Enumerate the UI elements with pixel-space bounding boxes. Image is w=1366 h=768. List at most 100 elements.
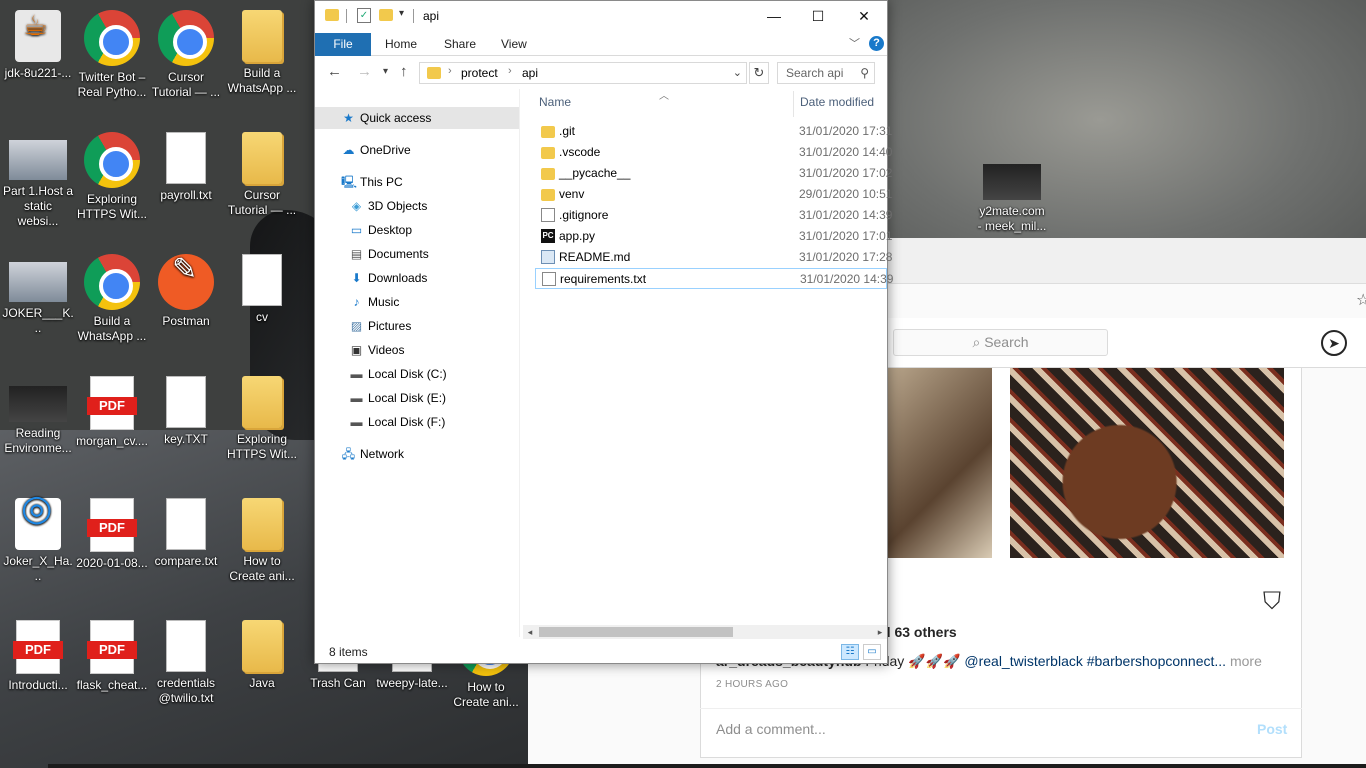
video-icon bbox=[983, 164, 1041, 200]
file-row[interactable]: .gitignore 31/01/2020 14:39 bbox=[535, 205, 892, 226]
caption-tags[interactable]: @real_twisterblack #barbershopconnect... bbox=[964, 653, 1226, 669]
scroll-right-icon[interactable]: ▸ bbox=[873, 625, 887, 639]
maximize-button[interactable]: ☐ bbox=[795, 1, 841, 31]
sidebar-item-videos[interactable]: ▣ Videos bbox=[315, 339, 519, 361]
sidebar-item-local-disk-c[interactable]: ▬ Local Disk (C:) bbox=[315, 363, 519, 385]
folder-icon bbox=[541, 147, 555, 159]
tab-home[interactable]: Home bbox=[371, 33, 431, 56]
forward-arrow-icon[interactable]: → bbox=[357, 63, 372, 80]
desktop-icon[interactable]: How to Create ani... bbox=[224, 492, 300, 602]
desktop-icon[interactable]: jdk-8u221-... bbox=[0, 4, 76, 114]
large-icons-view-icon[interactable]: ▭ bbox=[863, 644, 881, 660]
expand-ribbon-icon[interactable]: ﹀ bbox=[849, 35, 860, 51]
help-button[interactable]: ? bbox=[869, 36, 884, 51]
breadcrumb-protect[interactable]: protect bbox=[461, 66, 498, 80]
customize-toolbar-icon[interactable]: ▾ bbox=[399, 8, 404, 19]
new-folder-icon[interactable] bbox=[379, 9, 393, 21]
explore-compass-icon[interactable]: ➤ bbox=[1321, 330, 1347, 356]
column-header-date-modified[interactable]: Date modified bbox=[800, 95, 874, 109]
column-header-name[interactable]: Name bbox=[539, 95, 571, 109]
file-date-modified: 31/01/2020 17:31 bbox=[799, 124, 893, 138]
file-row[interactable]: venv 29/01/2020 10:51 bbox=[535, 184, 892, 205]
save-post-icon[interactable]: ⛉ bbox=[1263, 588, 1281, 616]
desktop-icon[interactable]: Part 1.Host a static websi... bbox=[0, 126, 76, 236]
tab-file[interactable]: File bbox=[315, 33, 371, 56]
desktop-icon[interactable]: PDF flask_cheat... bbox=[74, 614, 150, 724]
desktop-icon[interactable]: Java bbox=[224, 614, 300, 724]
sidebar-item-downloads[interactable]: ⬇ Downloads bbox=[315, 267, 519, 289]
desktop-icon[interactable]: Exploring HTTPS Wit... bbox=[74, 126, 150, 236]
desktop-icon[interactable]: Twitter Bot – Real Pytho... bbox=[74, 4, 150, 114]
address-bar[interactable]: › protect › api ⌄ bbox=[419, 62, 747, 84]
desktop-icon[interactable]: y2mate.com - meek_mil... bbox=[974, 148, 1050, 258]
tab-view[interactable]: View bbox=[487, 33, 541, 56]
sidebar-item-music[interactable]: ♪ Music bbox=[315, 291, 519, 313]
sidebar-item-desktop[interactable]: ▭ Desktop bbox=[315, 219, 519, 241]
comment-input[interactable]: Add a comment... bbox=[716, 721, 826, 737]
recent-locations-icon[interactable]: ▾ bbox=[383, 66, 388, 77]
minimize-button[interactable]: — bbox=[751, 1, 797, 31]
refresh-icon[interactable]: ↻ bbox=[749, 62, 769, 84]
file-row[interactable]: __pycache__ 31/01/2020 17:02 bbox=[535, 163, 892, 184]
column-divider[interactable] bbox=[793, 91, 794, 117]
sidebar-item-onedrive[interactable]: ☁ OneDrive bbox=[315, 139, 519, 161]
close-button[interactable]: ✕ bbox=[841, 1, 887, 31]
desktop-icon[interactable]: PDF Introducti... bbox=[0, 614, 76, 724]
desktop-icon[interactable]: PDF 2020-01-08... bbox=[74, 492, 150, 602]
horizontal-scrollbar[interactable]: ◂ ▸ bbox=[523, 625, 887, 639]
desktop-icon[interactable]: payroll.txt bbox=[148, 126, 224, 236]
chrome-icon bbox=[84, 132, 140, 188]
desktop-icon[interactable]: Reading Environme... bbox=[0, 370, 76, 480]
post-comment-button[interactable]: Post bbox=[1257, 721, 1287, 737]
desktop-icon-label: Part 1.Host a static websi... bbox=[2, 184, 74, 228]
search-input[interactable]: Search api ⚲ bbox=[777, 62, 875, 84]
sidebar-item-local-disk-e[interactable]: ▬ Local Disk (E:) bbox=[315, 387, 519, 409]
likes-count[interactable]: d 63 others bbox=[882, 624, 957, 640]
desktop-icon[interactable]: Postman bbox=[148, 248, 224, 358]
caption-more-link[interactable]: more bbox=[1230, 653, 1262, 669]
file-row[interactable]: PC app.py 31/01/2020 17:01 bbox=[535, 226, 892, 247]
address-dropdown-icon[interactable]: ⌄ bbox=[733, 66, 742, 79]
sidebar-item-pictures[interactable]: ▨ Pictures bbox=[315, 315, 519, 337]
desktop-icon[interactable]: Joker_X_Ha... bbox=[0, 492, 76, 602]
scrollbar-thumb[interactable] bbox=[539, 627, 733, 637]
up-arrow-icon[interactable]: ↑ bbox=[400, 63, 408, 80]
post-photo-left[interactable] bbox=[888, 368, 992, 558]
sidebar-item-3d-objects[interactable]: ◈ 3D Objects bbox=[315, 195, 519, 217]
properties-icon[interactable]: ✓ bbox=[357, 8, 371, 23]
breadcrumb-separator-icon[interactable]: › bbox=[448, 65, 452, 77]
instagram-search-input[interactable]: ⌕ Search bbox=[893, 329, 1108, 356]
back-arrow-icon[interactable]: ← bbox=[327, 63, 342, 80]
desktop-icon[interactable]: Cursor Tutorial — ... bbox=[224, 126, 300, 236]
sidebar-item-this-pc[interactable]: 🖳 This PC bbox=[315, 171, 519, 193]
tab-share[interactable]: Share bbox=[430, 33, 490, 56]
sidebar-item-quick-access[interactable]: ★ Quick access bbox=[315, 107, 519, 129]
scroll-left-icon[interactable]: ◂ bbox=[523, 625, 537, 639]
markdown-file-icon bbox=[541, 250, 555, 264]
desktop-icon[interactable]: PDF morgan_cv.... bbox=[74, 370, 150, 480]
desktop-icon[interactable]: cv bbox=[224, 248, 300, 358]
desktop-icon[interactable]: Build a WhatsApp ... bbox=[74, 248, 150, 358]
file-row[interactable]: .git 31/01/2020 17:31 bbox=[535, 121, 892, 142]
sidebar-item-documents[interactable]: ▤ Documents bbox=[315, 243, 519, 265]
title-bar[interactable]: ✓ ▾ api — ☐ ✕ bbox=[315, 1, 887, 33]
desktop-icon[interactable]: key.TXT bbox=[148, 370, 224, 480]
file-row[interactable]: README.md 31/01/2020 17:28 bbox=[535, 247, 892, 268]
bookmark-star-icon[interactable]: ☆ bbox=[1356, 290, 1366, 310]
desktop-icon[interactable]: Exploring HTTPS Wit... bbox=[224, 370, 300, 480]
post-photo-right[interactable] bbox=[1010, 368, 1284, 558]
desktop-icon[interactable]: Cursor Tutorial — ... bbox=[148, 4, 224, 114]
breadcrumb-api[interactable]: api bbox=[522, 66, 538, 80]
details-view-icon[interactable]: ☷ bbox=[841, 644, 859, 660]
sidebar-item-local-disk-f[interactable]: ▬ Local Disk (F:) bbox=[315, 411, 519, 433]
sidebar-item-network[interactable]: 🖧 Network bbox=[315, 443, 519, 465]
desktop-icon[interactable]: JOKER___K... bbox=[0, 248, 76, 358]
file-row[interactable]: requirements.txt 31/01/2020 14:39 bbox=[535, 268, 893, 289]
desktop-icon[interactable]: compare.txt bbox=[148, 492, 224, 602]
file-row[interactable]: .vscode 31/01/2020 14:40 bbox=[535, 142, 892, 163]
breadcrumb-separator-icon[interactable]: › bbox=[508, 65, 512, 77]
desktop-icon[interactable]: credentials @twilio.txt bbox=[148, 614, 224, 724]
desktop-icon[interactable]: Build a WhatsApp ... bbox=[224, 4, 300, 114]
folder-icon bbox=[242, 376, 282, 428]
toolbar-separator bbox=[346, 9, 347, 23]
